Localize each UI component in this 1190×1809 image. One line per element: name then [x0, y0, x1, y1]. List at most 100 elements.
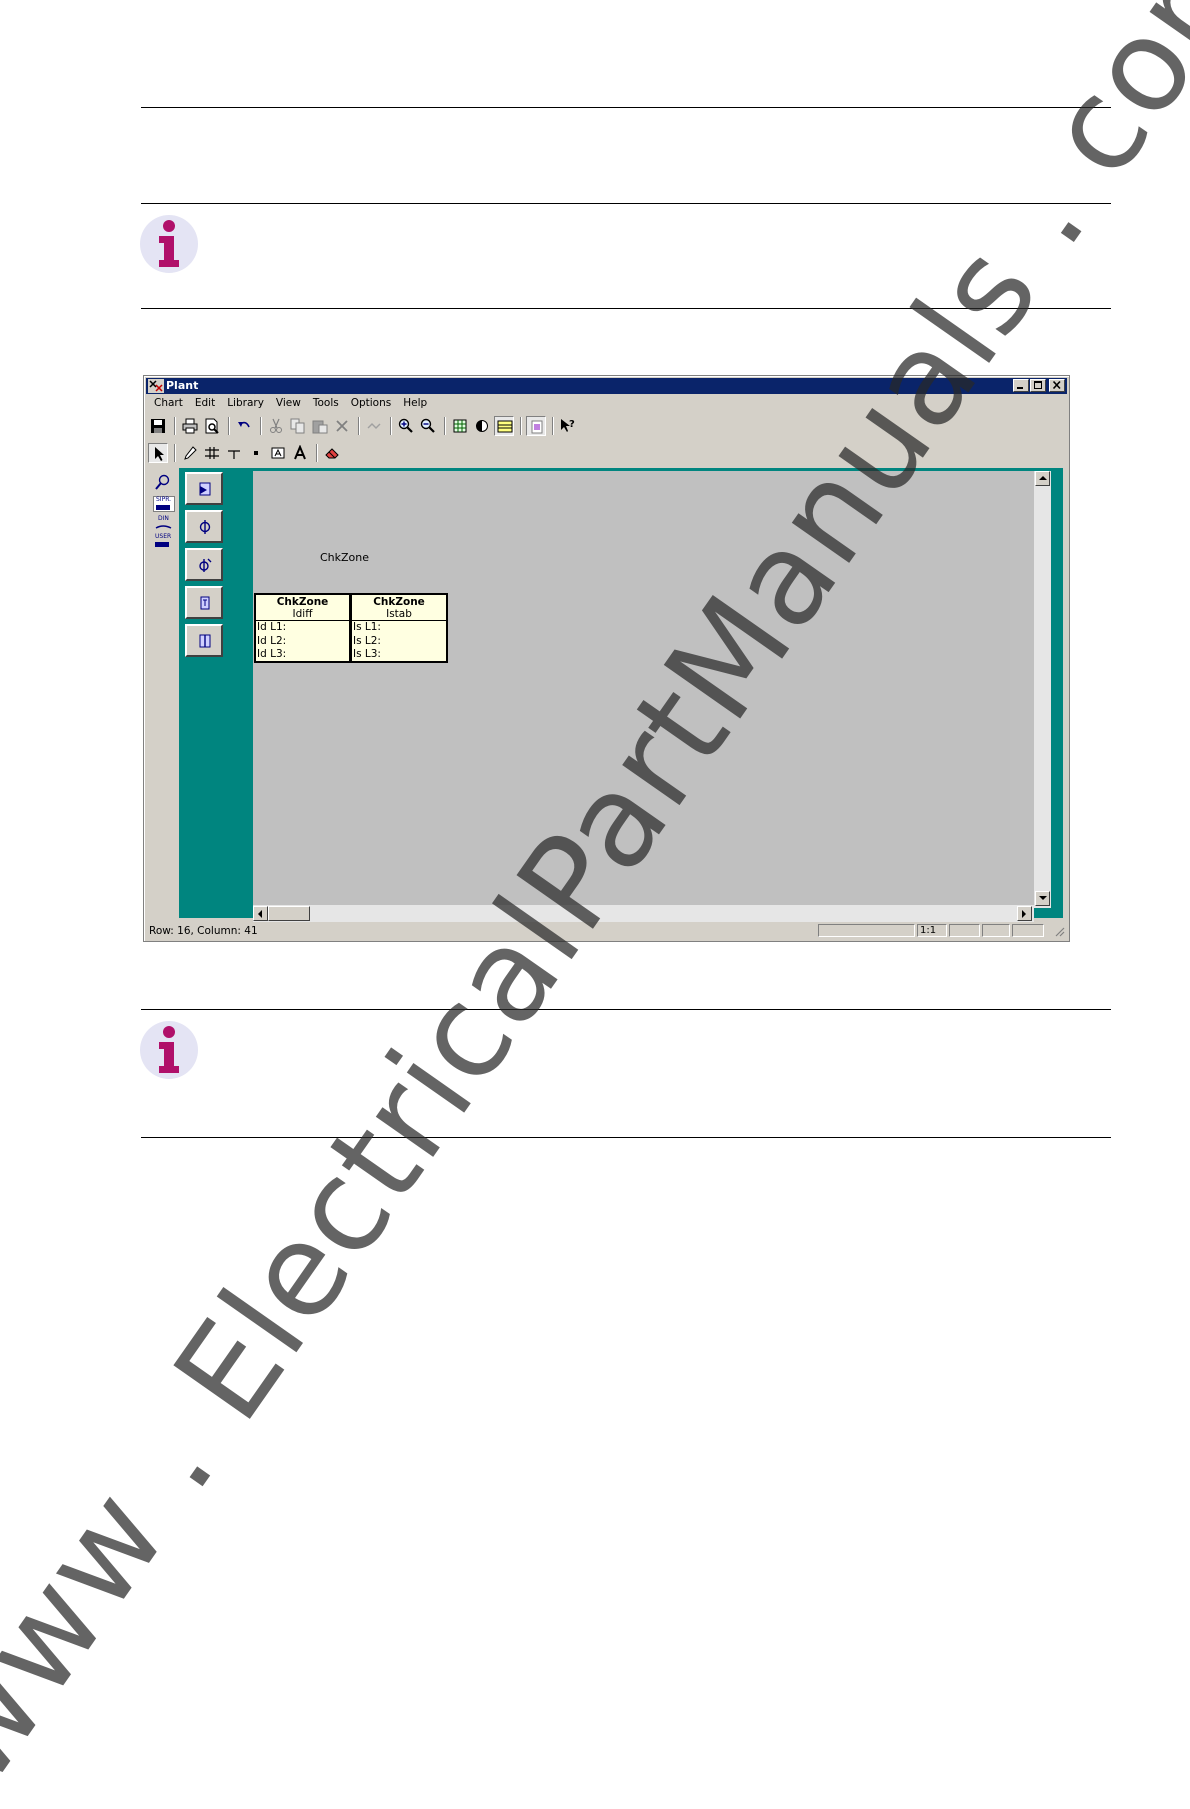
- block-title: ChkZone: [373, 596, 425, 608]
- minimize-icon: [1017, 387, 1023, 389]
- undo-button[interactable]: [234, 416, 254, 436]
- pencil-tool-button[interactable]: [180, 443, 200, 463]
- paste-button[interactable]: [310, 416, 330, 436]
- cursor-position: Row: 16, Column: 41: [149, 925, 258, 937]
- connection-tool-button[interactable]: [224, 443, 244, 463]
- connect-button[interactable]: [364, 416, 384, 436]
- point-icon: [254, 451, 258, 455]
- print-button[interactable]: [180, 416, 200, 436]
- plant-window: Plant Chart Edit Library View Tools Opti…: [143, 375, 1070, 942]
- menu-tools[interactable]: Tools: [307, 396, 345, 412]
- text-icon: [294, 445, 306, 460]
- close-button[interactable]: [1049, 379, 1065, 392]
- block-header: ChkZone Istab: [352, 595, 446, 621]
- horizontal-scroll-thumb[interactable]: [268, 906, 310, 921]
- scroll-up-button[interactable]: [1035, 471, 1050, 486]
- title-bar[interactable]: Plant: [146, 378, 1067, 394]
- note1-top-rule: [141, 203, 1111, 204]
- maximize-button[interactable]: [1030, 379, 1046, 392]
- scroll-right-button[interactable]: [1017, 906, 1032, 921]
- scroll-down-button[interactable]: [1035, 891, 1050, 906]
- grid-icon: [453, 419, 467, 433]
- toolbar-separator: [358, 417, 360, 435]
- block-logic-icon: [200, 596, 210, 610]
- library-strip: SIPR. DIN USER: [147, 468, 179, 918]
- library-tab-din[interactable]: DIN: [153, 515, 175, 532]
- block-row: Id L3:: [257, 648, 287, 660]
- text-box-tool-button[interactable]: [268, 443, 288, 463]
- maximize-icon: [1034, 381, 1042, 389]
- toolbar-separator: [316, 444, 318, 462]
- toolbar-separator: [174, 444, 176, 462]
- menu-edit[interactable]: Edit: [189, 396, 221, 412]
- palette-block-button[interactable]: [185, 548, 223, 581]
- menu-chart[interactable]: Chart: [148, 396, 189, 412]
- menu-help[interactable]: Help: [397, 396, 433, 412]
- standard-toolbar: ?: [148, 414, 580, 438]
- palette-block-button[interactable]: [185, 472, 223, 505]
- menu-bar: Chart Edit Library View Tools Options He…: [148, 396, 433, 412]
- arrow-left-icon: [258, 910, 262, 918]
- block-header: ChkZone Idiff: [256, 595, 349, 621]
- page-layout-button[interactable]: [494, 416, 514, 436]
- zoom-indicator: 1:1: [917, 924, 947, 937]
- grid-button[interactable]: [450, 416, 470, 436]
- palette-block-button[interactable]: [185, 586, 223, 619]
- block-palette: [179, 468, 249, 918]
- user-library-icon: [155, 542, 169, 547]
- toolbar-separator: [260, 417, 262, 435]
- top-rule: [141, 107, 1111, 108]
- cut-button[interactable]: [266, 416, 286, 436]
- search-icon[interactable]: [153, 474, 175, 490]
- zoom-in-button[interactable]: [396, 416, 416, 436]
- resize-grip-icon[interactable]: [1053, 925, 1065, 937]
- select-tool-button[interactable]: [148, 443, 168, 463]
- point-tool-button[interactable]: [246, 443, 266, 463]
- page-layout-icon: [497, 420, 513, 433]
- zoom-out-button[interactable]: [418, 416, 438, 436]
- library-tab-user[interactable]: USER: [153, 533, 175, 550]
- scroll-left-button[interactable]: [253, 906, 268, 921]
- context-help-button[interactable]: ?: [558, 416, 578, 436]
- function-block[interactable]: ChkZone Idiff Id L1: Id L2: Id L3:: [254, 593, 351, 663]
- menu-view[interactable]: View: [270, 396, 307, 412]
- drawing-toolbar: [148, 441, 344, 465]
- library-tab-sipr-label: SIPR.: [156, 496, 172, 503]
- delete-icon: [336, 420, 348, 432]
- copy-button[interactable]: [288, 416, 308, 436]
- toolbar-separator: [520, 417, 522, 435]
- text-tool-button[interactable]: [290, 443, 310, 463]
- block-phase-multi-icon: [199, 558, 212, 572]
- library-tab-user-label: USER: [155, 533, 172, 540]
- close-icon: [1052, 380, 1061, 390]
- block-subtitle: Istab: [386, 608, 412, 620]
- delete-button[interactable]: [332, 416, 352, 436]
- undo-icon: [238, 421, 250, 428]
- menu-library[interactable]: Library: [221, 396, 270, 412]
- contrast-icon: [476, 420, 488, 432]
- text-box-icon: [271, 447, 285, 459]
- properties-icon: [531, 420, 543, 434]
- palette-block-button[interactable]: [185, 510, 223, 543]
- contrast-button[interactable]: [472, 416, 492, 436]
- drawing-canvas[interactable]: ChkZone ChkZone Idiff Id L1: Id L2: Id L…: [253, 471, 1034, 908]
- eraser-tool-button[interactable]: [322, 443, 342, 463]
- print-preview-button[interactable]: [202, 416, 222, 436]
- status-bar: Row: 16, Column: 41 1:1: [146, 923, 1067, 939]
- library-tab-sipr[interactable]: SIPR.: [153, 496, 175, 512]
- zoom-in-icon: [398, 418, 413, 433]
- function-block[interactable]: ChkZone Istab Is L1: Is L2: Is L3:: [350, 593, 448, 663]
- toolbar-separator: [552, 417, 554, 435]
- vertical-scrollbar[interactable]: [1034, 471, 1051, 908]
- chart-label[interactable]: ChkZone: [320, 551, 369, 564]
- print-preview-icon: [205, 418, 219, 434]
- minimize-button[interactable]: [1013, 379, 1029, 392]
- status-pane: [982, 924, 1010, 937]
- palette-block-button[interactable]: [185, 624, 223, 657]
- horizontal-scrollbar[interactable]: [253, 905, 1034, 922]
- save-button[interactable]: [148, 416, 168, 436]
- line-break-tool-button[interactable]: [202, 443, 222, 463]
- menu-options[interactable]: Options: [345, 396, 398, 412]
- block-row: Is L1:: [353, 621, 381, 633]
- properties-button[interactable]: [526, 416, 546, 436]
